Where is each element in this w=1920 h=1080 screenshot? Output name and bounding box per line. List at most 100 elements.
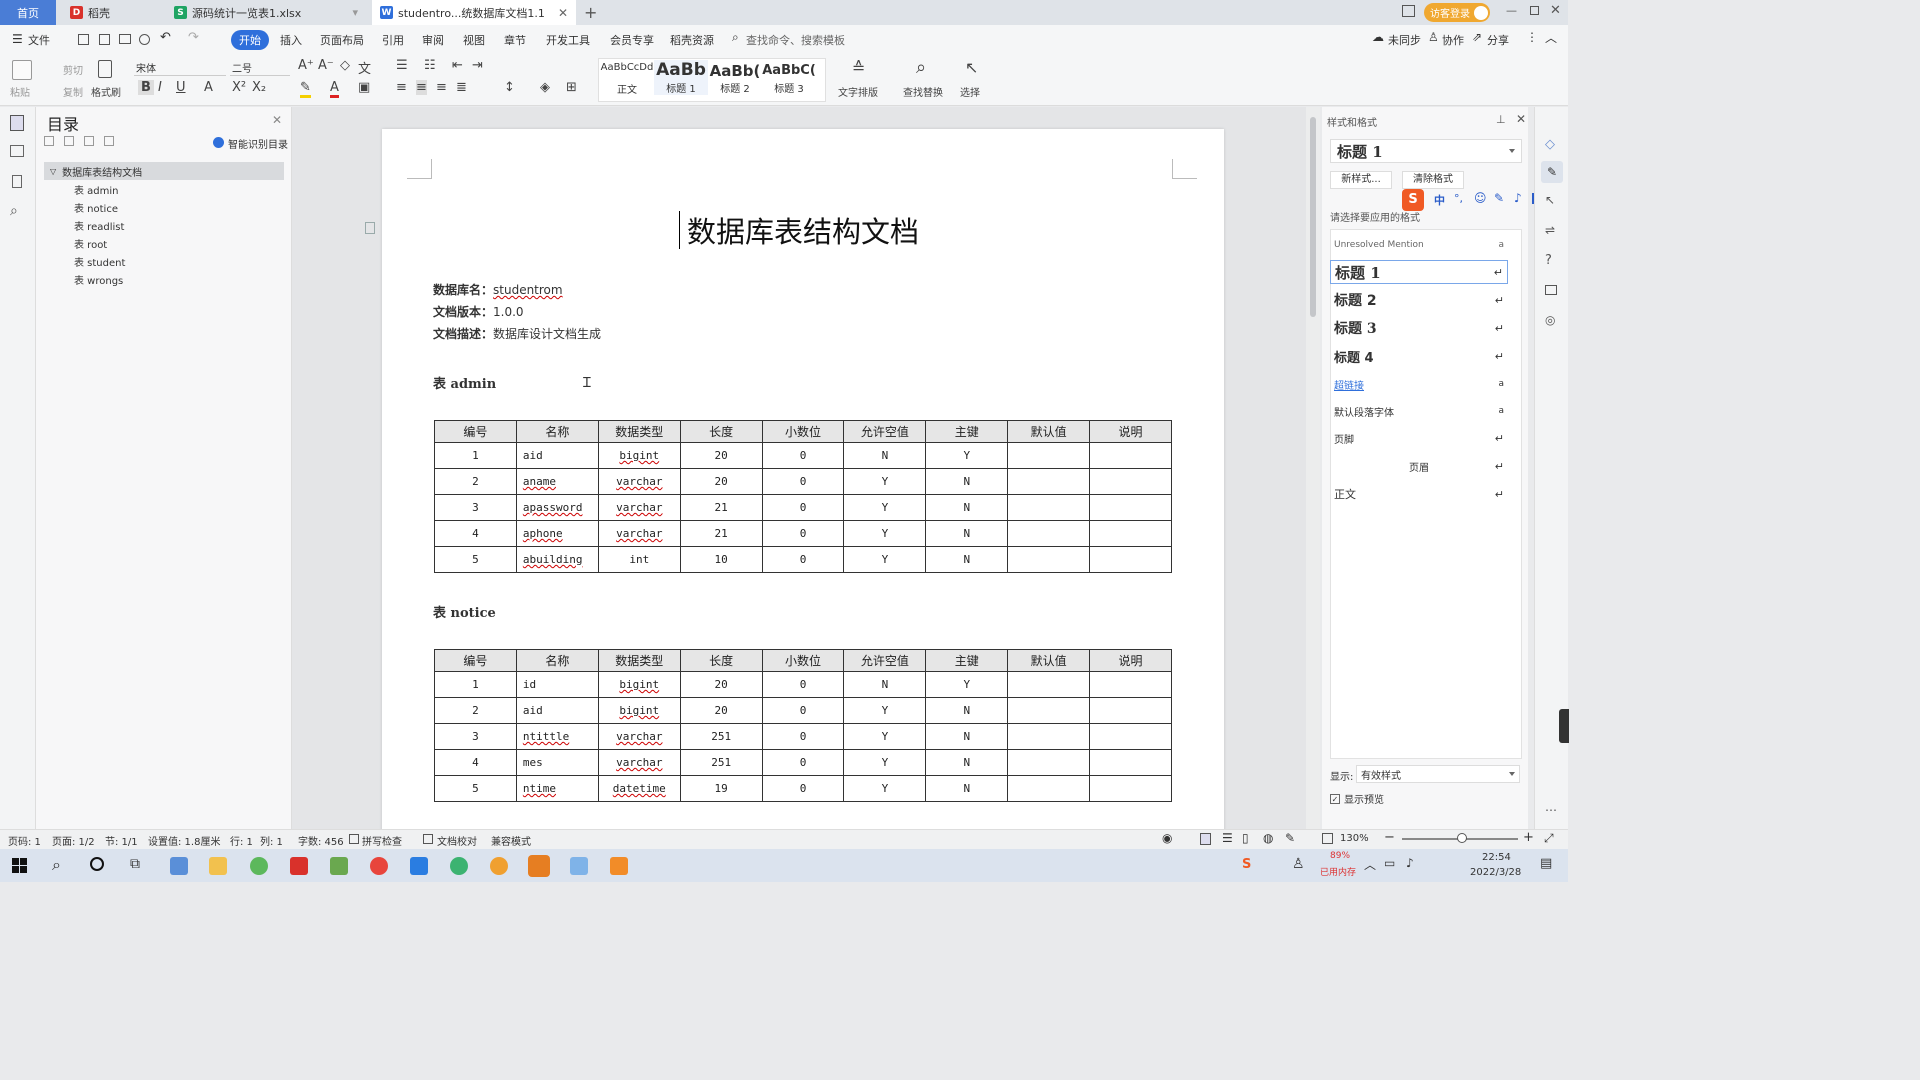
align-center-icon[interactable]: ≡	[416, 80, 427, 95]
menu-file[interactable]: 文件	[28, 32, 50, 48]
style-item-footer[interactable]: 页脚 ↵	[1330, 426, 1508, 450]
layout-icon[interactable]	[1402, 5, 1415, 17]
menu-dev[interactable]: 开发工具	[546, 32, 590, 48]
status-setting[interactable]: 设置值: 1.8厘米	[148, 833, 220, 848]
notepad-icon[interactable]	[330, 857, 348, 875]
window-close-icon[interactable]: ✕	[1550, 3, 1561, 18]
zoom-value[interactable]: 130%	[1340, 833, 1369, 844]
style-item-h3[interactable]: 标题 3 ↵	[1330, 316, 1508, 340]
app-icon-orange[interactable]	[610, 857, 628, 875]
style-item-normal[interactable]: 正文 ↵	[1330, 482, 1508, 506]
superscript-icon[interactable]: X²	[232, 80, 246, 95]
expand-icon[interactable]	[64, 136, 74, 146]
new-tab-icon[interactable]: +	[584, 3, 597, 22]
tab-daoke[interactable]: D 稻壳	[62, 0, 162, 25]
fullscreen-icon[interactable]: ⤢	[1544, 831, 1554, 846]
status-page-no[interactable]: 页码: 1	[8, 833, 41, 848]
rail-tool-icon[interactable]: ◇	[1545, 137, 1555, 152]
preview-icon[interactable]	[139, 34, 150, 45]
notification-icon[interactable]: ▤	[1540, 856, 1552, 871]
edit-style-icon[interactable]: ✎	[1541, 161, 1563, 183]
subscript-icon[interactable]: X₂	[252, 80, 266, 95]
menu-layout[interactable]: 页面布局	[320, 32, 364, 48]
status-col[interactable]: 列: 1	[260, 833, 283, 848]
hamburger-icon[interactable]: ☰	[12, 32, 23, 46]
style-item-unresolved[interactable]: Unresolved Mention a	[1330, 233, 1508, 257]
scroll-thumb[interactable]	[1310, 117, 1316, 317]
toc-item-wrongs[interactable]: 表 wrongs	[74, 272, 123, 287]
document-page[interactable]: 数据库表结构文档 数据库名：studentrom 文档版本：1.0.0 文档描述…	[382, 129, 1224, 829]
zoom-out-icon[interactable]: −	[1384, 830, 1395, 845]
save-icon[interactable]	[78, 34, 89, 45]
status-section[interactable]: 节: 1/1	[105, 833, 138, 848]
search-icon[interactable]: ⌕	[52, 855, 61, 875]
clear-format-button[interactable]: 清除格式	[1402, 171, 1464, 189]
font-color-icon[interactable]: A	[330, 80, 339, 98]
style-item-hyperlink[interactable]: 超链接 a	[1330, 372, 1508, 396]
close-icon[interactable]: ✕	[1516, 112, 1526, 126]
align-right-icon[interactable]: ≡	[436, 80, 447, 95]
style-normal[interactable]: AaBbCcDd 正文	[600, 62, 654, 96]
style-item-h2[interactable]: 标题 2 ↵	[1330, 288, 1508, 312]
highlight-icon[interactable]: ✎	[300, 80, 311, 98]
web-view-icon[interactable]: ◍	[1263, 831, 1273, 845]
line-spacing-icon[interactable]: ↕	[504, 80, 515, 95]
app-icon-active[interactable]	[528, 855, 550, 877]
write-view-icon[interactable]: ✎	[1285, 831, 1295, 845]
app-icon-green2[interactable]	[450, 857, 468, 875]
tray-chevron-icon[interactable]: ︿	[1364, 856, 1376, 873]
remove-icon[interactable]	[104, 136, 114, 146]
tab-close-icon[interactable]: ▾	[352, 6, 358, 19]
sync-status[interactable]: 未同步	[1388, 32, 1421, 48]
image-icon[interactable]	[1545, 285, 1557, 295]
zoom-thumb[interactable]	[1457, 833, 1467, 843]
document-area[interactable]: 数据库表结构文档 数据库名：studentrom 文档版本：1.0.0 文档描述…	[292, 107, 1306, 829]
find-replace-button[interactable]: 查找替换	[903, 84, 943, 99]
menu-chapter[interactable]: 章节	[504, 32, 526, 48]
app-icon-search[interactable]	[490, 857, 508, 875]
tab-home[interactable]: 首页	[0, 0, 56, 25]
new-style-button[interactable]: 新样式...	[1330, 171, 1392, 189]
app-icon-1[interactable]	[170, 857, 188, 875]
restore-icon[interactable]	[1530, 6, 1539, 15]
ime-punct-icon[interactable]: °,	[1454, 192, 1463, 205]
style-item-h1[interactable]: 标题 1 ↵	[1330, 260, 1508, 284]
adjust-icon[interactable]: ⇌	[1545, 223, 1555, 237]
style-h3[interactable]: AaBbC(标题 3	[762, 63, 816, 95]
bullet-list-icon[interactable]: ☰	[396, 58, 408, 73]
paste-button[interactable]: 粘贴	[10, 84, 30, 99]
select-button[interactable]: 选择	[960, 84, 980, 99]
style-h2[interactable]: AaBb(标题 2	[708, 62, 762, 95]
app-icon-blue[interactable]	[410, 857, 428, 875]
outline-view-icon[interactable]: ☰	[1222, 831, 1233, 845]
status-words[interactable]: 字数: 456	[298, 833, 344, 848]
doc-side-icon[interactable]	[365, 222, 375, 234]
status-row[interactable]: 行: 1	[230, 833, 253, 848]
show-select[interactable]: 有效样式	[1356, 765, 1520, 783]
cut-button[interactable]: 剪切	[63, 62, 83, 77]
undo-icon[interactable]: ↶	[160, 30, 171, 45]
style-item-header[interactable]: 页眉 ↵	[1330, 454, 1508, 478]
close-icon[interactable]: ✕	[558, 6, 568, 20]
more-icon[interactable]: ⋯	[1545, 803, 1557, 817]
menu-start[interactable]: 开始	[231, 30, 269, 50]
windows-start-icon[interactable]	[12, 858, 27, 873]
toc-item-admin[interactable]: 表 admin	[74, 182, 119, 197]
menu-insert[interactable]: 插入	[280, 32, 302, 48]
toc-item-readlist[interactable]: 表 readlist	[74, 218, 124, 233]
size-select[interactable]: 二号	[230, 60, 290, 76]
share-button[interactable]: 分享	[1487, 32, 1509, 48]
menu-view[interactable]: 视图	[463, 32, 485, 48]
minimize-icon[interactable]: —	[1506, 4, 1517, 17]
vertical-scrollbar[interactable]	[1306, 107, 1320, 829]
format-painter-button[interactable]: 格式刷	[91, 84, 121, 99]
toc-item-notice[interactable]: 表 notice	[74, 200, 118, 215]
command-search[interactable]: 查找命令、搜索模板	[746, 32, 845, 48]
strike-icon[interactable]: A	[204, 80, 213, 95]
tab-xlsx[interactable]: S 源码统计一览表1.xlsx ▾	[166, 0, 366, 25]
cortana-icon[interactable]	[90, 857, 104, 871]
status-spell[interactable]: 拼写检查	[362, 833, 402, 848]
shading-icon[interactable]: ◈	[540, 80, 550, 95]
toc-root[interactable]: ▽ 数据库表结构文档	[44, 162, 284, 180]
app-icon-net[interactable]	[570, 857, 588, 875]
